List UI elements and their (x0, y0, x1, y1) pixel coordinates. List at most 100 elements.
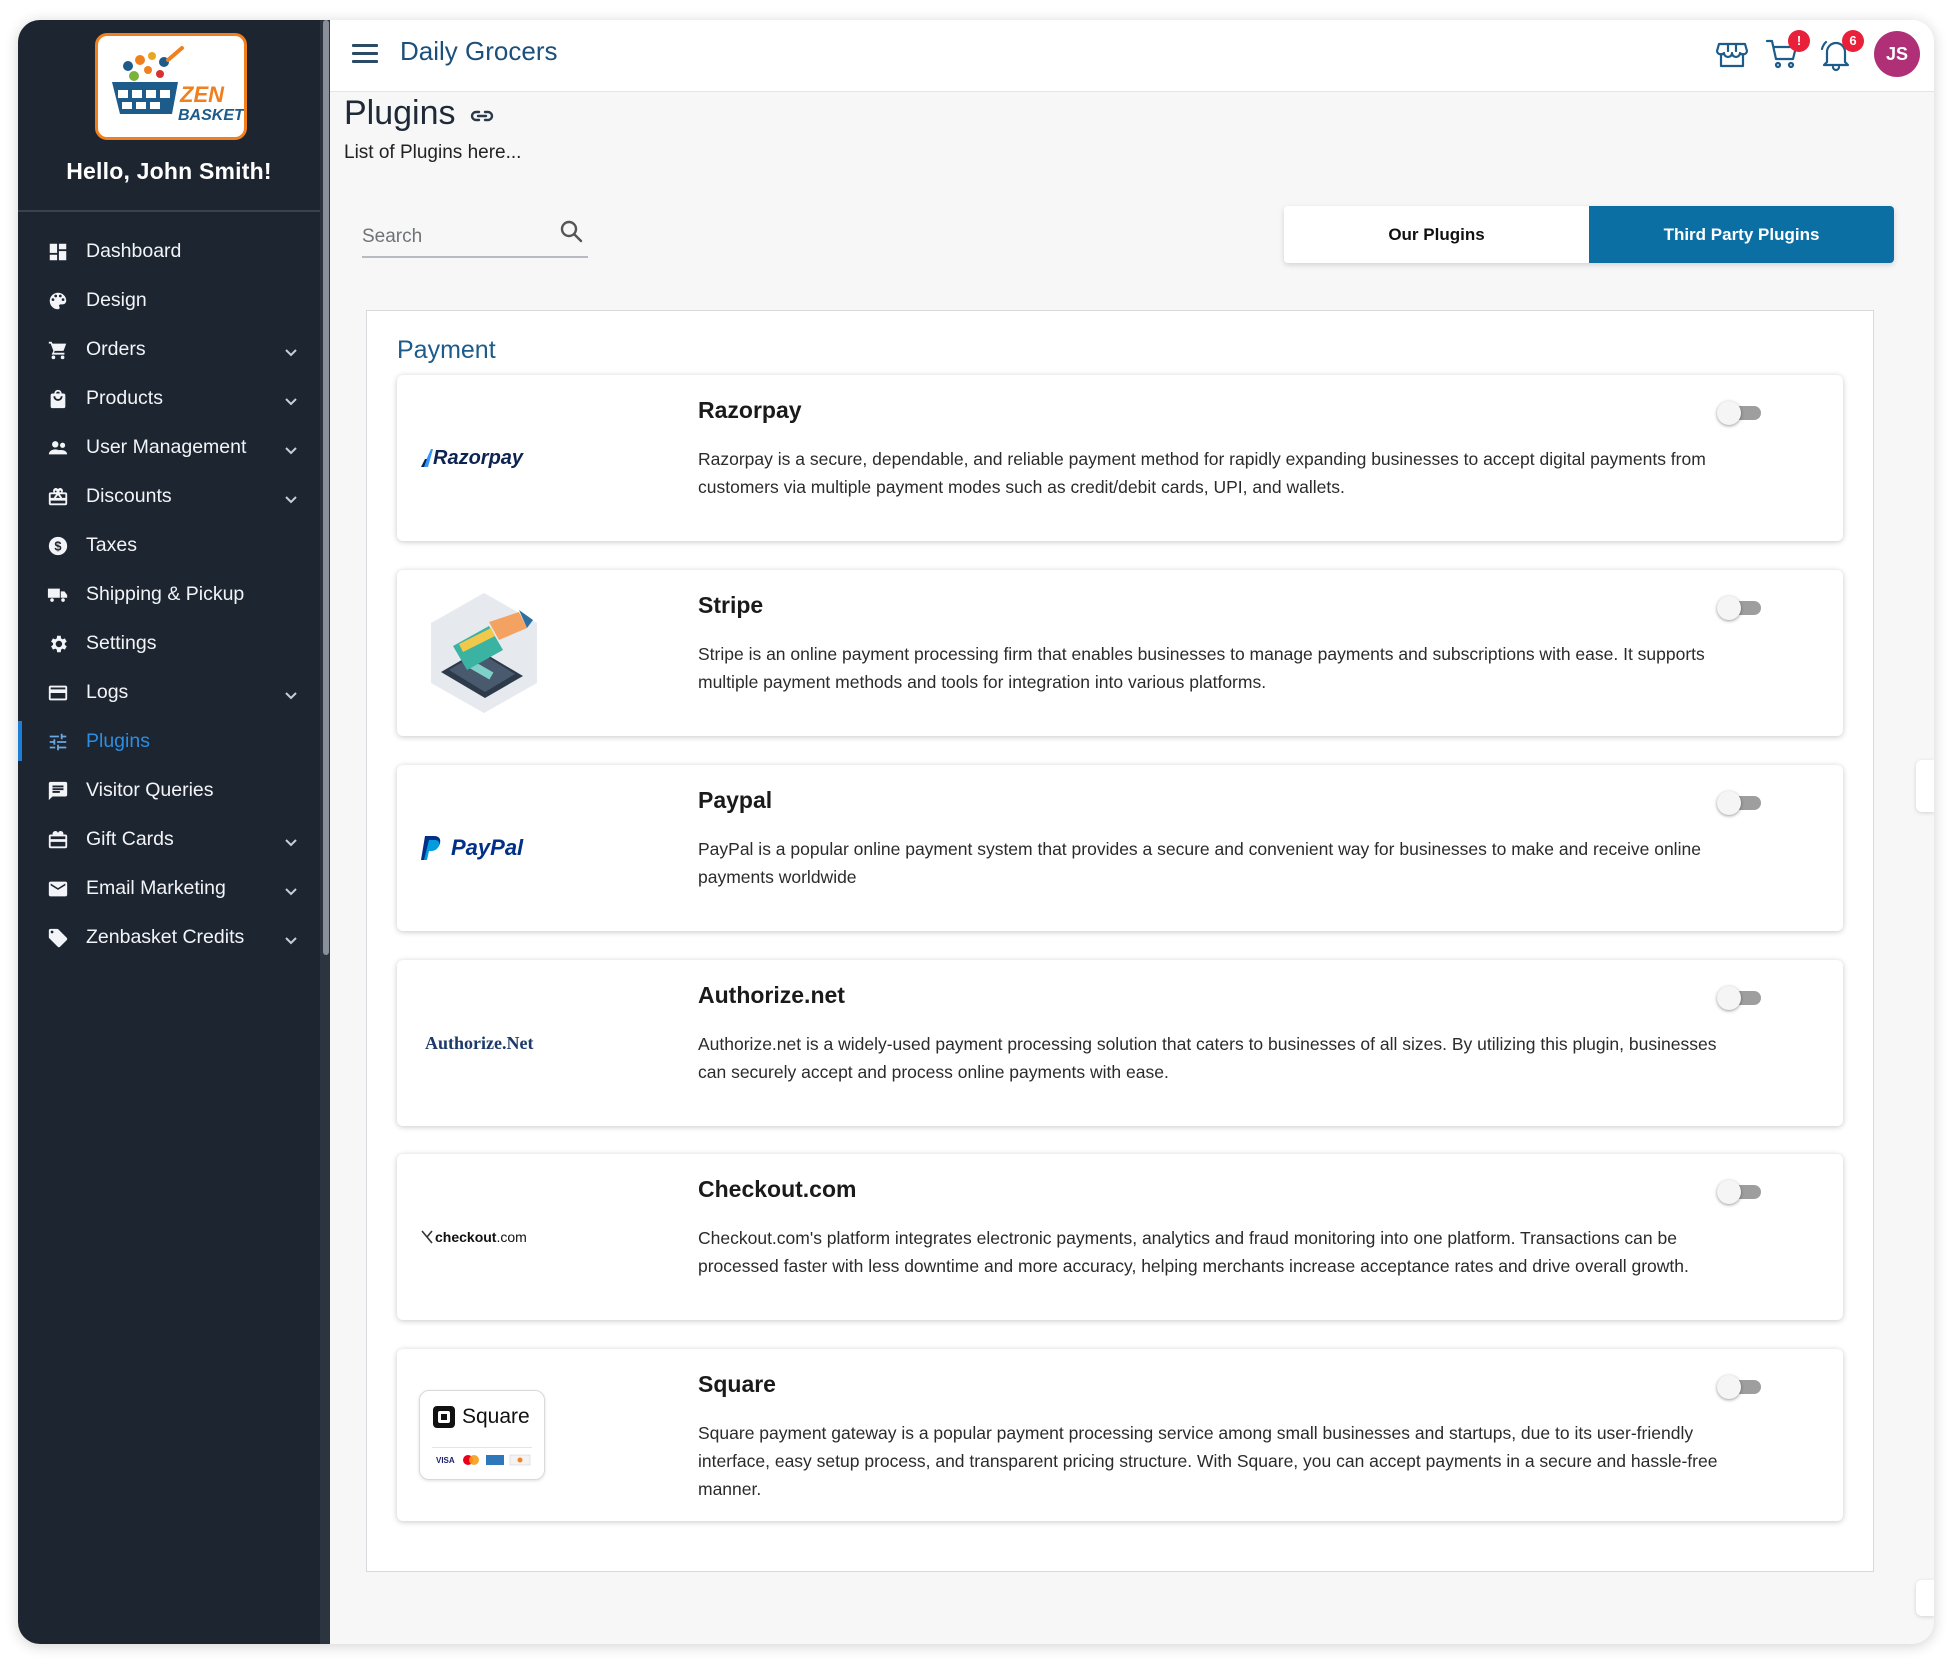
cart-badge: ! (1788, 30, 1810, 52)
avatar[interactable]: JS (1874, 31, 1920, 77)
sidebar-item-label: Products (86, 387, 163, 409)
zenbasket-logo[interactable]: ZEN BASKET (95, 33, 247, 140)
checkout-logo-text: checkout (435, 1229, 497, 1245)
plugin-card-paypal: PayPal Paypal PayPal is a popular online… (397, 765, 1843, 931)
link-icon[interactable] (468, 100, 496, 128)
dashboard-icon (46, 240, 70, 264)
chevron-down-icon[interactable] (284, 342, 298, 357)
svg-text:VISA: VISA (436, 1456, 455, 1465)
plugin-name: Square (698, 1371, 776, 1397)
mail-icon (46, 877, 70, 901)
plugin-name: Checkout.com (698, 1176, 857, 1202)
plugin-toggle[interactable] (1717, 1178, 1763, 1206)
search-icon[interactable] (558, 218, 586, 246)
checkout-logo-suffix: .com (496, 1229, 527, 1245)
section-title: Payment (397, 336, 496, 364)
sidebar-item-products[interactable]: Products (18, 374, 320, 423)
sidebar-item-label: User Management (86, 436, 247, 458)
bell-icon[interactable]: 6 (1818, 30, 1864, 74)
sidebar-menu: Dashboard Design Orders Products User Ma… (18, 227, 320, 962)
search-input[interactable] (362, 222, 552, 252)
sidebar-item-label: Design (86, 289, 147, 311)
sidebar-item-settings[interactable]: Settings (18, 619, 320, 668)
chevron-down-icon[interactable] (284, 832, 298, 847)
plugin-description: Stripe is an online payment processing f… (698, 644, 1705, 692)
sidebar-item-label: Email Marketing (86, 877, 226, 899)
sidebar-item-label: Settings (86, 632, 157, 654)
cart-icon[interactable]: ! (1764, 30, 1810, 74)
plugin-toggle[interactable] (1717, 1373, 1763, 1401)
sidebar-item-label: Visitor Queries (86, 779, 214, 801)
top-bar: Daily Grocers ! 6 JS (330, 20, 1934, 92)
svg-text:ZEN: ZEN (179, 82, 225, 107)
sidebar-item-design[interactable]: Design (18, 276, 320, 325)
sidebar-scrollbar[interactable] (323, 20, 329, 955)
sidebar-item-label: Shipping & Pickup (86, 583, 245, 605)
plugin-card-razorpay: Razorpay Razorpay Razorpay is a secure, … (397, 375, 1843, 541)
sidebar-item-email-marketing[interactable]: Email Marketing (18, 864, 320, 913)
truck-icon (46, 583, 70, 607)
giftcard-icon (46, 828, 70, 852)
sidebar-item-logs[interactable]: Logs (18, 668, 320, 717)
side-panel-handle[interactable] (1916, 1580, 1934, 1616)
plugin-name: Paypal (698, 787, 773, 813)
sidebar-item-zenbasket-credits[interactable]: Zenbasket Credits (18, 913, 320, 962)
message-icon (46, 779, 70, 803)
users-icon (46, 436, 70, 460)
chevron-down-icon[interactable] (284, 440, 298, 455)
sidebar-item-label: Plugins (86, 730, 150, 752)
cart-icon (46, 338, 70, 362)
razorpay-logo: Razorpay (419, 375, 579, 541)
sidebar-item-gift-cards[interactable]: Gift Cards (18, 815, 320, 864)
plugin-description: Razorpay is a secure, dependable, and re… (698, 449, 1706, 497)
sidebar-item-label: Taxes (86, 534, 137, 556)
sidebar-item-label: Orders (86, 338, 146, 360)
plugin-toggle[interactable] (1717, 789, 1763, 817)
plugin-toggle[interactable] (1717, 399, 1763, 427)
side-panel-handle[interactable] (1916, 760, 1934, 812)
card-terminal-icon (431, 593, 537, 713)
plugin-toggle[interactable] (1717, 594, 1763, 622)
sidebar-item-user-management[interactable]: User Management (18, 423, 320, 472)
plugin-toggle[interactable] (1717, 984, 1763, 1012)
tab-third-party-plugins[interactable]: Third Party Plugins (1589, 206, 1894, 263)
square-logo-box: Square VISA (419, 1390, 545, 1480)
plugin-card-stripe: Stripe Stripe is an online payment proce… (397, 570, 1843, 736)
svg-text:BASKET: BASKET (178, 107, 244, 124)
checkout-com-logo: checkout .com (419, 1154, 579, 1320)
sidebar-item-label: Gift Cards (86, 828, 174, 850)
plugin-card-square: Square VISA Square Square payment gatewa… (397, 1349, 1843, 1521)
greeting: Hello, John Smith! (66, 158, 272, 184)
storefront-icon[interactable] (1714, 36, 1752, 74)
chevron-down-icon[interactable] (284, 685, 298, 700)
plugin-description: Authorize.net is a widely-used payment p… (698, 1034, 1717, 1082)
sidebar-item-visitor-queries[interactable]: Visitor Queries (18, 766, 320, 815)
sliders-icon (46, 730, 70, 754)
sidebar-item-taxes[interactable]: $ Taxes (18, 521, 320, 570)
sidebar-item-plugins[interactable]: Plugins (18, 717, 320, 766)
sidebar-item-dashboard[interactable]: Dashboard (18, 227, 320, 276)
sidebar-item-shipping[interactable]: Shipping & Pickup (18, 570, 320, 619)
chevron-down-icon[interactable] (284, 881, 298, 896)
checkout-mark-icon (421, 1230, 433, 1244)
svg-text:$: $ (54, 538, 61, 553)
chevron-down-icon[interactable] (284, 930, 298, 945)
plugin-description: Square payment gateway is a popular paym… (698, 1423, 1718, 1499)
sidebar-item-discounts[interactable]: Discounts (18, 472, 320, 521)
plugin-name: Authorize.net (698, 982, 845, 1008)
sidebar-item-orders[interactable]: Orders (18, 325, 320, 374)
store-name: Daily Grocers (400, 36, 558, 66)
chevron-down-icon[interactable] (284, 489, 298, 504)
plugin-tabs: Our Plugins Third Party Plugins (1284, 206, 1894, 263)
paypal-logo-text: PayPal (451, 835, 524, 860)
plugin-name: Stripe (698, 592, 764, 618)
square-logo: Square VISA (419, 1349, 579, 1521)
sidebar-item-label: Logs (86, 681, 129, 703)
hamburger-menu-icon[interactable] (352, 44, 378, 66)
plugin-name: Razorpay (698, 397, 802, 423)
paypal-logo: PayPal (419, 765, 579, 931)
square-logo-text: Square (462, 1405, 530, 1428)
chevron-down-icon[interactable] (284, 391, 298, 406)
paypal-mark-icon (421, 836, 441, 860)
tab-our-plugins[interactable]: Our Plugins (1284, 206, 1589, 263)
